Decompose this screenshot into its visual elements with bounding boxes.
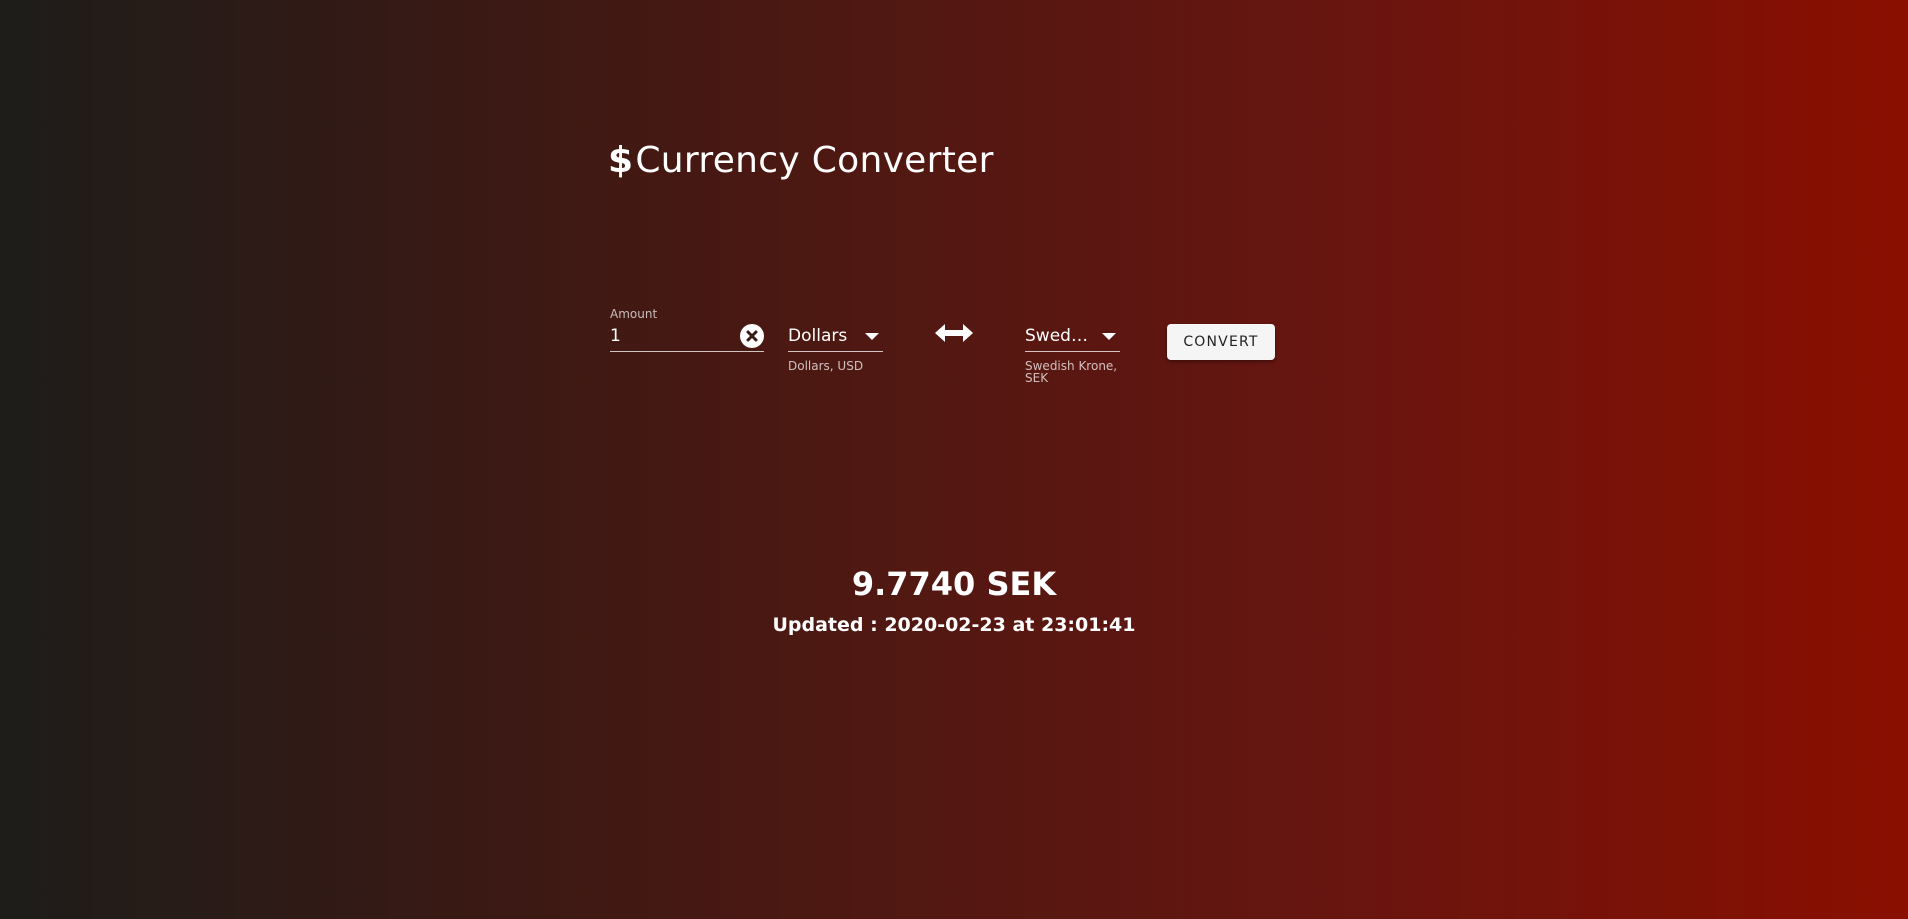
page-title-text: Currency Converter — [635, 139, 994, 181]
dollar-icon: $ — [608, 139, 634, 181]
clear-icon[interactable] — [740, 324, 764, 348]
chevron-down-icon — [1102, 333, 1116, 340]
convert-button[interactable]: CONVERT — [1167, 324, 1275, 360]
chevron-down-icon — [865, 333, 879, 340]
to-currency-helper: Swedish Krone, SEK — [1025, 359, 1118, 385]
to-currency-value: Swed… — [1025, 326, 1088, 346]
updated-timestamp: Updated : 2020-02-23 at 23:01:41 — [772, 614, 1136, 636]
swap-arrows-icon[interactable] — [934, 322, 974, 344]
converted-result: 9.7740 SEK — [851, 565, 1057, 603]
from-currency-select[interactable]: Dollars — [788, 322, 883, 352]
from-currency-helper: Dollars, USD — [788, 359, 864, 373]
amount-input[interactable] — [610, 322, 730, 350]
amount-label: Amount — [610, 307, 658, 321]
page-title: $ Currency Converter — [608, 136, 994, 184]
to-currency-select[interactable]: Swed… — [1025, 322, 1120, 352]
amount-field — [610, 322, 764, 352]
from-currency-value: Dollars — [788, 326, 848, 346]
